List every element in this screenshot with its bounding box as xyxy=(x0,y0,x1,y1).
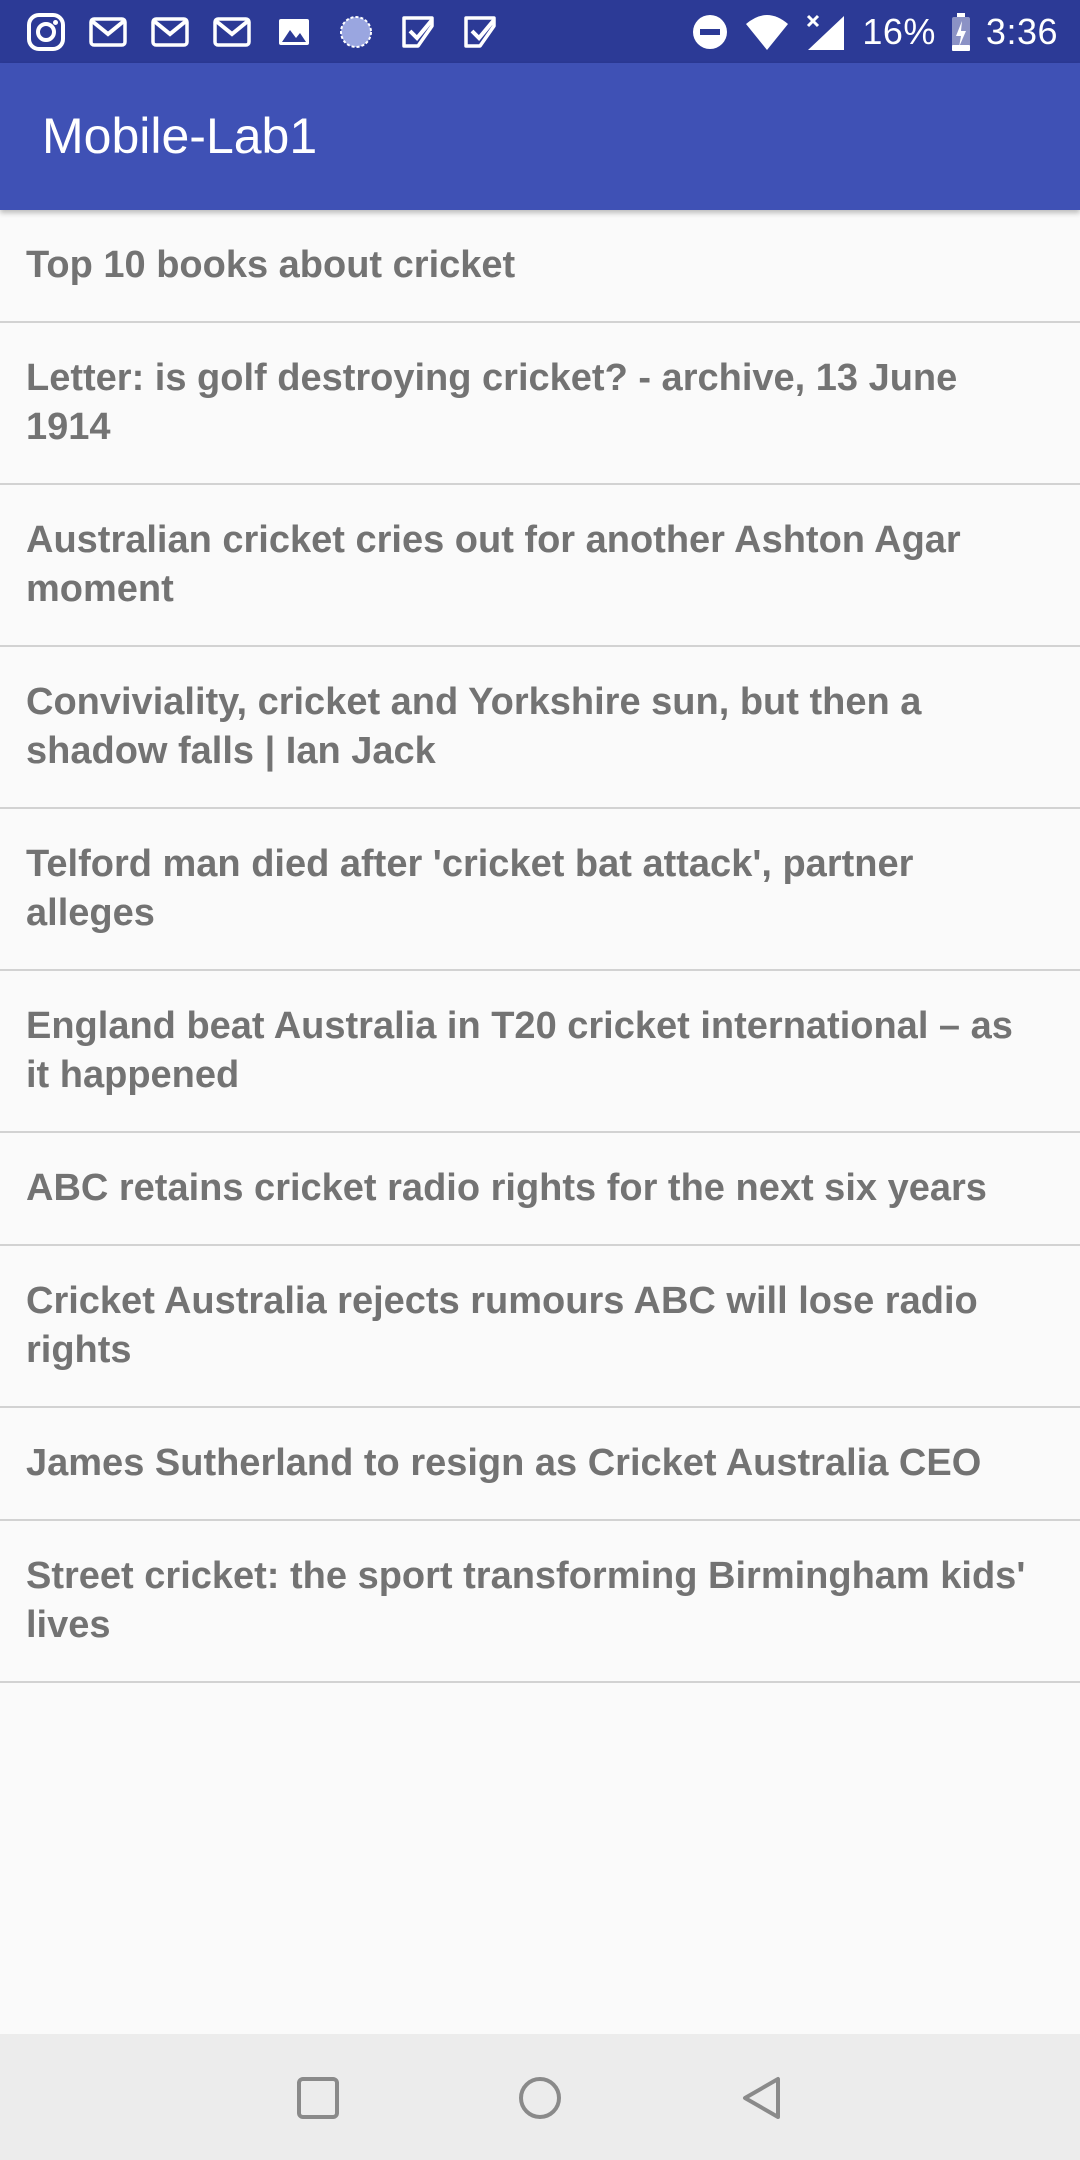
list-item[interactable]: Conviviality, cricket and Yorkshire sun,… xyxy=(0,647,1080,809)
gmail-icon xyxy=(151,17,189,47)
list-item[interactable]: James Sutherland to resign as Cricket Au… xyxy=(0,1408,1080,1521)
recents-button[interactable] xyxy=(294,2074,342,2122)
list-item[interactable]: Top 10 books about cricket xyxy=(0,210,1080,323)
list-item[interactable]: Street cricket: the sport transforming B… xyxy=(0,1521,1080,1683)
recents-square-icon xyxy=(297,2077,339,2119)
list-item[interactable]: England beat Australia in T20 cricket in… xyxy=(0,971,1080,1133)
loading-circle-icon xyxy=(340,16,372,48)
list-item[interactable]: Letter: is golf destroying cricket? - ar… xyxy=(0,323,1080,485)
list-item[interactable]: Telford man died after 'cricket bat atta… xyxy=(0,809,1080,971)
instagram-icon xyxy=(27,13,65,51)
battery-percentage: 16% xyxy=(862,11,936,52)
back-button[interactable] xyxy=(738,2074,786,2122)
status-bar: 16% 3:36 xyxy=(0,0,1080,63)
image-icon xyxy=(279,19,309,45)
list-item[interactable]: Australian cricket cries out for another… xyxy=(0,485,1080,647)
do-not-disturb-icon xyxy=(693,15,728,49)
clock: 3:36 xyxy=(985,11,1058,52)
app-bar: Mobile-Lab1 xyxy=(0,63,1080,210)
notification-icons xyxy=(26,10,500,54)
gmail-icon xyxy=(89,17,127,47)
article-list: Top 10 books about cricket Letter: is go… xyxy=(0,210,1080,1683)
gmail-icon xyxy=(213,17,251,47)
back-triangle-icon xyxy=(743,2077,780,2119)
list-item[interactable]: Cricket Australia rejects rumours ABC wi… xyxy=(0,1246,1080,1408)
cell-signal-icon xyxy=(807,14,845,50)
app-title: Mobile-Lab1 xyxy=(42,108,318,164)
list-item[interactable]: ABC retains cricket radio rights for the… xyxy=(0,1133,1080,1246)
wifi-icon xyxy=(746,15,789,50)
checkbox-icon xyxy=(402,16,434,48)
checkbox-icon xyxy=(464,16,496,48)
navigation-bar xyxy=(0,2034,1080,2160)
home-button[interactable] xyxy=(516,2074,564,2122)
home-circle-icon xyxy=(519,2077,561,2119)
system-indicators: 16% 3:36 xyxy=(690,8,1058,56)
battery-charging-icon xyxy=(951,13,970,51)
